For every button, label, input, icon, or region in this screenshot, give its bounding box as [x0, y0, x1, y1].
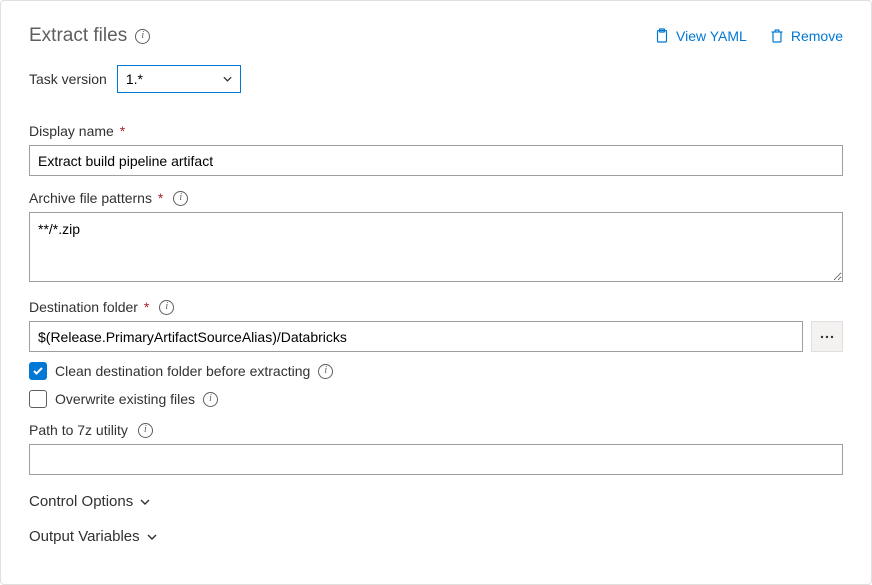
view-yaml-button[interactable]: View YAML	[654, 28, 747, 44]
remove-button[interactable]: Remove	[769, 28, 843, 44]
browse-button[interactable]	[811, 321, 843, 352]
display-name-label: Display name	[29, 123, 114, 139]
task-version-select[interactable]: 1.*	[117, 65, 241, 93]
clipboard-icon	[654, 28, 670, 44]
remove-label: Remove	[791, 28, 843, 44]
task-version-label: Task version	[29, 71, 107, 87]
destination-label: Destination folder	[29, 299, 138, 315]
page-title: Extract files	[29, 25, 127, 47]
overwrite-label: Overwrite existing files	[55, 391, 195, 407]
chevron-down-icon	[139, 496, 151, 508]
output-variables-label: Output Variables	[29, 528, 140, 545]
info-icon[interactable]: i	[318, 364, 333, 379]
trash-icon	[769, 28, 785, 44]
destination-input[interactable]	[29, 321, 803, 352]
path-7z-label: Path to 7z utility	[29, 422, 128, 438]
overwrite-checkbox[interactable]	[29, 390, 47, 408]
display-name-input[interactable]	[29, 145, 843, 176]
chevron-down-icon	[146, 531, 158, 543]
required-indicator: *	[140, 299, 149, 315]
required-indicator: *	[154, 190, 163, 206]
control-options-toggle[interactable]: Control Options	[29, 493, 843, 510]
ellipsis-icon	[820, 335, 834, 339]
archive-patterns-input[interactable]: **/*.zip	[29, 212, 843, 282]
archive-patterns-label: Archive file patterns	[29, 190, 152, 206]
view-yaml-label: View YAML	[676, 28, 747, 44]
info-icon[interactable]: i	[203, 392, 218, 407]
output-variables-toggle[interactable]: Output Variables	[29, 528, 843, 545]
info-icon[interactable]: i	[173, 191, 188, 206]
info-icon[interactable]: i	[138, 423, 153, 438]
info-icon[interactable]: i	[135, 29, 150, 44]
info-icon[interactable]: i	[159, 300, 174, 315]
clean-destination-checkbox[interactable]	[29, 362, 47, 380]
control-options-label: Control Options	[29, 493, 133, 510]
path-7z-input[interactable]	[29, 444, 843, 475]
required-indicator: *	[116, 123, 125, 139]
clean-destination-label: Clean destination folder before extracti…	[55, 363, 310, 379]
